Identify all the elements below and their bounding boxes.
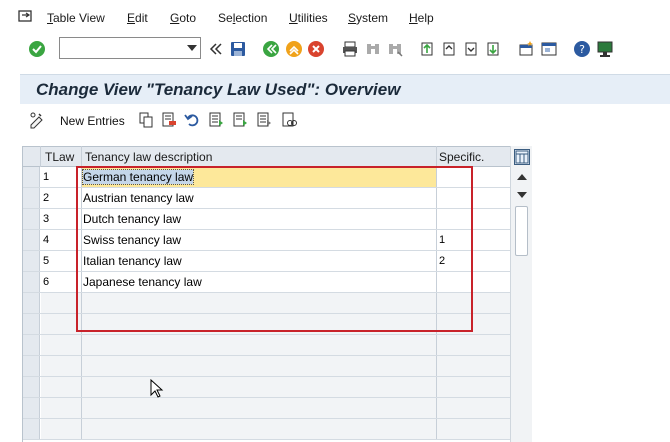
select-all-icon[interactable] xyxy=(208,112,224,128)
tlaw-cell: 2 xyxy=(41,188,81,208)
column-header-tlaw[interactable]: TLaw xyxy=(45,150,74,164)
row-selector[interactable] xyxy=(23,188,40,208)
empty-row xyxy=(23,398,511,419)
table-settings-icon[interactable] xyxy=(514,149,530,165)
next-page-icon[interactable] xyxy=(462,40,480,58)
row-selector[interactable] xyxy=(23,230,40,250)
menu-system[interactable]: System xyxy=(348,11,388,25)
mouse-cursor-icon xyxy=(150,379,164,398)
find-icon[interactable] xyxy=(364,40,382,58)
menu-bar: Table View Edit Goto Selection Utilities… xyxy=(0,0,670,36)
menu-table-view[interactable]: Table View xyxy=(47,11,105,25)
new-entries-button[interactable]: New Entries xyxy=(60,114,125,128)
row-selector[interactable] xyxy=(23,272,40,292)
scroll-down-icon[interactable] xyxy=(517,192,527,198)
command-field[interactable] xyxy=(59,37,201,59)
menu-help[interactable]: Help xyxy=(409,11,434,25)
screen-title-bar: Change View "Tenancy Law Used": Overview xyxy=(20,74,670,104)
help-icon[interactable]: ? xyxy=(573,40,591,58)
row-selector[interactable] xyxy=(23,167,40,187)
tlaw-cell: 3 xyxy=(41,209,81,229)
menu-edit[interactable]: Edit xyxy=(127,11,148,25)
last-page-icon[interactable] xyxy=(484,40,502,58)
cancel-icon[interactable] xyxy=(307,40,325,58)
scroll-thumb[interactable] xyxy=(515,206,528,256)
chevron-down-icon[interactable] xyxy=(187,45,197,51)
print-field-list-icon[interactable] xyxy=(281,112,297,128)
deselect-all-icon[interactable] xyxy=(256,112,272,128)
enter-check-icon[interactable] xyxy=(28,40,46,58)
menu-goto[interactable]: Goto xyxy=(170,11,196,25)
first-page-icon[interactable] xyxy=(418,40,436,58)
empty-row xyxy=(23,419,511,440)
standard-toolbar: ? xyxy=(0,36,670,64)
row-selector[interactable] xyxy=(23,251,40,271)
table-scrollbar[interactable] xyxy=(510,146,532,442)
exit-icon[interactable] xyxy=(285,40,303,58)
save-icon[interactable] xyxy=(229,40,247,58)
row-selector[interactable] xyxy=(23,209,40,229)
scroll-up-icon[interactable] xyxy=(517,174,527,180)
print-icon[interactable] xyxy=(341,40,359,58)
copy-as-icon[interactable] xyxy=(138,112,154,128)
tlaw-cell: 4 xyxy=(41,230,81,250)
column-header-specific[interactable]: Specific. xyxy=(439,150,484,164)
column-header-description[interactable]: Tenancy law description xyxy=(85,150,212,164)
menu-utilities[interactable]: Utilities xyxy=(289,11,328,25)
highlight-annotation-box xyxy=(76,166,473,332)
previous-page-icon[interactable] xyxy=(440,40,458,58)
empty-row xyxy=(23,356,511,377)
empty-row xyxy=(23,377,511,398)
tlaw-cell: 5 xyxy=(41,251,81,271)
svg-text:?: ? xyxy=(579,43,585,56)
delete-icon[interactable] xyxy=(161,112,177,128)
application-toolbar: New Entries xyxy=(20,104,670,138)
tlaw-cell: 6 xyxy=(41,272,81,292)
menu-selection[interactable]: Selection xyxy=(218,11,267,25)
back-icon[interactable] xyxy=(262,40,280,58)
tlaw-cell: 1 xyxy=(41,167,81,187)
customize-layout-icon[interactable] xyxy=(596,40,614,58)
page-title: Change View "Tenancy Law Used": Overview xyxy=(36,80,401,99)
select-block-icon[interactable] xyxy=(232,112,248,128)
display-change-icon[interactable] xyxy=(28,111,46,129)
shortcut-icon[interactable] xyxy=(540,40,558,58)
table-header: TLaw Tenancy law description Specific. xyxy=(23,146,511,167)
find-next-icon[interactable] xyxy=(386,40,404,58)
system-menu-icon[interactable] xyxy=(18,10,34,24)
double-chevron-left-icon[interactable] xyxy=(207,40,225,58)
undo-change-icon[interactable] xyxy=(184,112,200,128)
create-session-icon[interactable] xyxy=(517,40,535,58)
empty-row xyxy=(23,335,511,356)
